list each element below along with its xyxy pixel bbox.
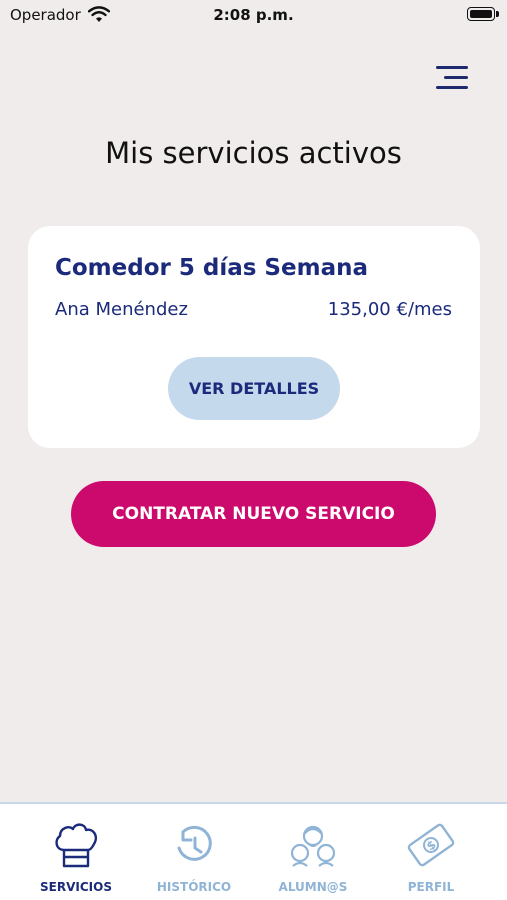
menu-line [436, 86, 468, 89]
contract-new-service-button[interactable]: CONTRATAR NUEVO SERVICIO [71, 481, 436, 547]
battery-icon [467, 7, 495, 21]
battery-nub [496, 11, 499, 17]
service-title: Comedor 5 días Semana [55, 255, 368, 281]
menu-icon[interactable] [432, 62, 472, 94]
tab-perfil[interactable]: $ PERFIL [371, 816, 491, 896]
tab-label: ALUMN@S [278, 880, 348, 894]
view-details-button[interactable]: VER DETALLES [168, 357, 340, 420]
service-card: Comedor 5 días Semana Ana Menéndez 135,0… [28, 226, 480, 448]
money-bill-icon: $ [407, 823, 455, 867]
tab-alumnos[interactable]: ALUMN@S [253, 816, 373, 896]
tab-label: HISTÓRICO [156, 880, 232, 894]
menu-line [444, 76, 468, 79]
chef-hat-icon [55, 823, 98, 868]
history-icon [177, 825, 212, 861]
student-name: Ana Menéndez [55, 299, 188, 320]
clock: 2:08 p.m. [213, 6, 294, 24]
service-price: 135,00 €/mes [327, 299, 452, 320]
tab-label: SERVICIOS [40, 880, 112, 894]
tab-historico[interactable]: HISTÓRICO [134, 816, 254, 896]
tab-bar: SERVICIOS HISTÓRICO ALUMN@S $ PERFIL [0, 802, 507, 900]
tab-label: PERFIL [407, 880, 455, 894]
menu-line [436, 66, 468, 69]
page-title: Mis servicios activos [105, 136, 402, 170]
tab-servicios[interactable]: SERVICIOS [16, 816, 136, 896]
students-icon [290, 825, 336, 867]
status-bar: Operador 2:08 p.m. [0, 0, 507, 32]
